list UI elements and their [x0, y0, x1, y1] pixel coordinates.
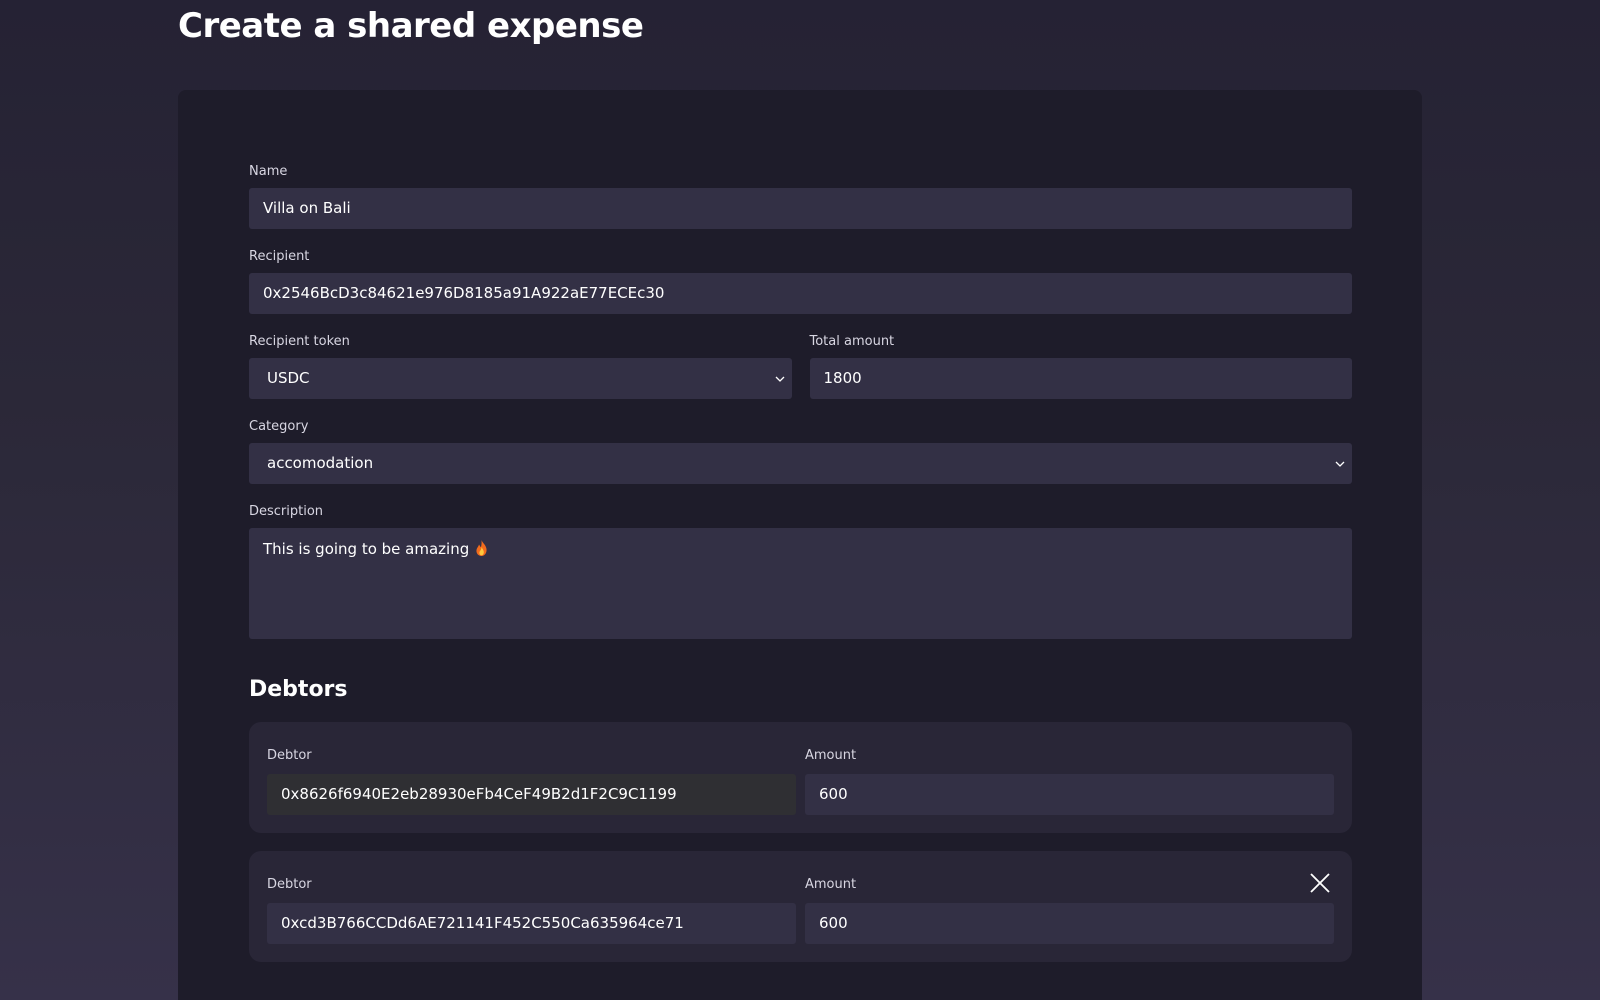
description-text: This is going to be amazing: [263, 540, 470, 558]
token-amount-row: Recipient token USDC Total amount 1800: [249, 334, 1352, 399]
total-amount-label: Total amount: [809, 334, 895, 349]
recipient-group: Recipient 0x2546BcD3c84621e976D8185a91A9…: [249, 249, 1352, 314]
debtor-address-input[interactable]: 0xcd3B766CCDd6AE721141F452C550Ca635964ce…: [267, 903, 796, 944]
category-label: Category: [249, 419, 309, 434]
name-input[interactable]: Villa on Bali: [249, 188, 1352, 229]
total-amount-group: Total amount 1800: [809, 334, 1352, 399]
debtor-label: Debtor: [267, 877, 312, 892]
recipient-label: Recipient: [249, 249, 310, 264]
recipient-token-group: Recipient token USDC: [249, 334, 792, 399]
debtor-address-input[interactable]: 0x8626f6940E2eb28930eFb4CeF49B2d1F2C9C11…: [267, 774, 796, 815]
name-group: Name Villa on Bali: [249, 164, 1352, 229]
recipient-token-select[interactable]: USDC: [249, 358, 792, 399]
amount-label: Amount: [805, 877, 857, 892]
chevron-down-icon: [775, 376, 784, 382]
debtor-address-group: Debtor 0x8626f6940E2eb28930eFb4CeF49B2d1…: [267, 748, 796, 815]
amount-label: Amount: [805, 748, 857, 763]
fire-emoji: [476, 540, 487, 556]
name-label: Name: [249, 164, 288, 179]
chevron-down-icon: [1335, 461, 1345, 467]
debtor-amount-group: Amount 600: [805, 748, 1334, 815]
close-icon[interactable]: [1308, 871, 1332, 895]
debtor-row: Debtor 0xcd3B766CCDd6AE721141F452C550Ca6…: [267, 877, 1334, 944]
debtors-title: Debtors: [249, 677, 348, 702]
category-select[interactable]: accomodation: [249, 443, 1352, 484]
debtor-address-group: Debtor 0xcd3B766CCDd6AE721141F452C550Ca6…: [267, 877, 796, 944]
total-amount-input[interactable]: 1800: [809, 358, 1352, 399]
recipient-token-label: Recipient token: [249, 334, 350, 349]
debtor-amount-group: Amount 600: [805, 877, 1334, 944]
expense-form-card: Name Villa on Bali Recipient 0x2546BcD3c…: [178, 90, 1422, 1000]
debtor-row: Debtor 0x8626f6940E2eb28930eFb4CeF49B2d1…: [267, 748, 1334, 815]
page-title: Create a shared expense: [178, 6, 644, 46]
page: Create a shared expense Name Villa on Ba…: [0, 0, 1600, 1000]
category-value: accomodation: [267, 454, 374, 472]
recipient-token-value: USDC: [267, 369, 310, 387]
debtor-amount-input[interactable]: 600: [805, 774, 1334, 815]
debtor-amount-input[interactable]: 600: [805, 903, 1334, 944]
description-textarea[interactable]: This is going to be amazing: [249, 528, 1352, 639]
debtor-card: Debtor 0xcd3B766CCDd6AE721141F452C550Ca6…: [249, 851, 1352, 962]
recipient-input[interactable]: 0x2546BcD3c84621e976D8185a91A922aE77ECEc…: [249, 273, 1352, 314]
expense-form: Name Villa on Bali Recipient 0x2546BcD3c…: [249, 164, 1352, 980]
description-label: Description: [249, 504, 324, 519]
description-group: Description This is going to be amazing: [249, 504, 1352, 639]
category-group: Category accomodation: [249, 419, 1352, 484]
debtor-card: Debtor 0x8626f6940E2eb28930eFb4CeF49B2d1…: [249, 722, 1352, 833]
debtor-label: Debtor: [267, 748, 312, 763]
